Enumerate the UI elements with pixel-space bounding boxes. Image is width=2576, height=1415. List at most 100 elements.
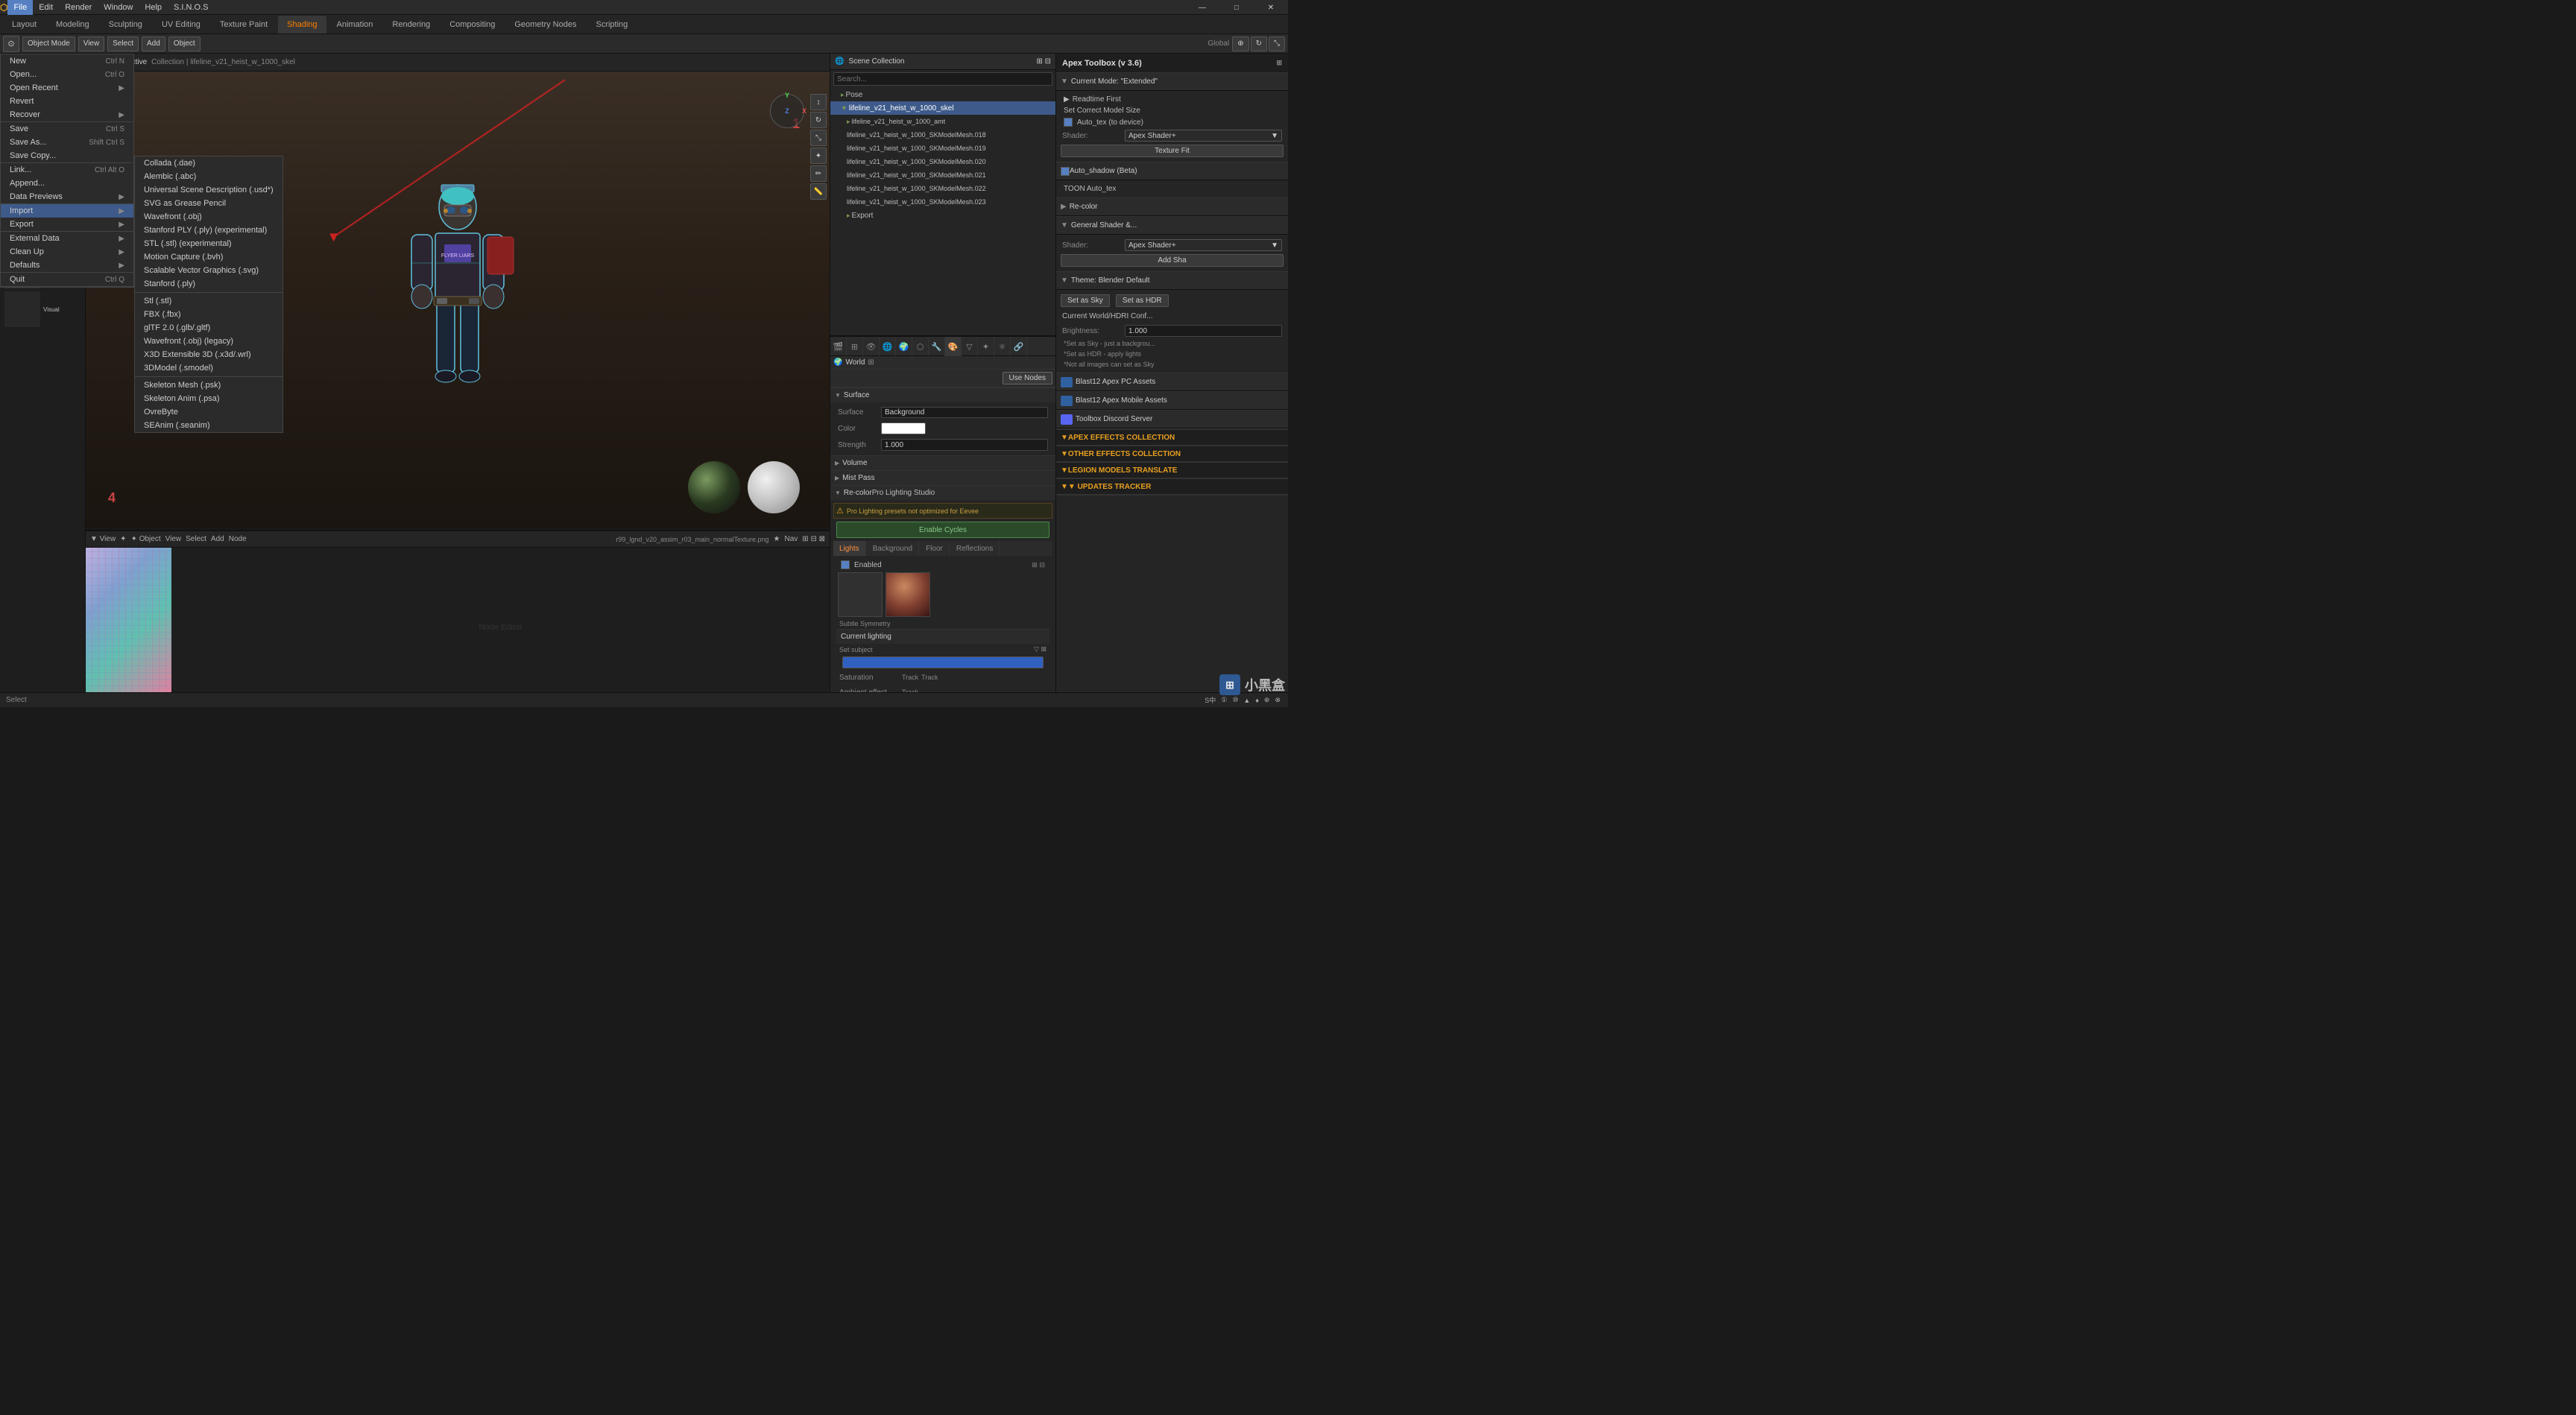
mist-pass-header[interactable]: ▶ Mist Pass (830, 470, 1055, 485)
set-as-sky-btn[interactable]: Set as Sky (1061, 294, 1110, 307)
import-skeleton-mesh[interactable]: Skeleton Mesh (.psk) (135, 379, 282, 392)
tab-sculpting[interactable]: Sculpting (100, 16, 151, 34)
import-x3d[interactable]: X3D Extensible 3D (.x3d/.wrl) (135, 348, 282, 361)
props-tab-world[interactable]: 🌍 (896, 337, 912, 356)
general-shader-header[interactable]: ▼ General Shader &... (1056, 217, 1288, 235)
menu-import[interactable]: Import ▶ (1, 204, 133, 218)
gen-shader-dropdown[interactable]: Apex Shader+ ▼ (1125, 239, 1282, 251)
menu-defaults[interactable]: Defaults ▶ (1, 259, 133, 272)
props-tab-view[interactable]: 👁 (863, 337, 880, 356)
current-mode-header[interactable]: ▼ Current Mode: "Extended" (1056, 73, 1288, 91)
set-model-size-row[interactable]: Set Correct Model Size (1059, 105, 1285, 116)
scene-panel-options[interactable]: ⊞ ⊟ (1036, 57, 1051, 66)
import-stl[interactable]: Stl (.stl) (135, 294, 282, 308)
bottom-select-btn[interactable]: Select (186, 535, 206, 543)
add-sha-btn[interactable]: Add Sha (1061, 254, 1284, 267)
auto-tex-row[interactable]: Auto_tex (to device) (1059, 116, 1285, 128)
import-bvh[interactable]: Motion Capture (.bvh) (135, 250, 282, 264)
other-effects-title[interactable]: ▼ OTHER EFFECTS COLLECTION (1056, 446, 1288, 462)
enable-cycles-btn[interactable]: Enable Cycles (836, 522, 1049, 538)
texture-fit-btn[interactable]: Texture Fit (1061, 145, 1284, 157)
toon-auto-tex-row[interactable]: TOON Auto_tex (1059, 183, 1285, 194)
props-tab-physics[interactable]: ⚛ (994, 337, 1011, 356)
tab-geometry-nodes[interactable]: Geometry Nodes (505, 16, 585, 34)
win-minimize[interactable]: — (1185, 0, 1219, 15)
background-tab[interactable]: Background (867, 541, 919, 556)
scale-btn[interactable]: ⤡ (1269, 37, 1285, 51)
tab-layout[interactable]: Layout (3, 16, 45, 34)
import-stl-exp[interactable]: STL (.stl) (experimental) (135, 237, 282, 250)
readtime-first-row[interactable]: ▶ Readtime First (1059, 94, 1285, 105)
props-tab-output[interactable]: ⊞ (847, 337, 863, 356)
import-wavefront-legacy[interactable]: Wavefront (.obj) (legacy) (135, 335, 282, 348)
import-stanford-ply[interactable]: Stanford PLY (.ply) (experimental) (135, 224, 282, 237)
world-browse-icon[interactable]: ⊞ (868, 358, 874, 367)
menu-save-as[interactable]: Save As... Shift Ctrl S (1, 136, 133, 149)
import-svg-grease[interactable]: SVG as Grease Pencil (135, 197, 282, 210)
node-editor-area[interactable]: Node Editor (171, 548, 830, 707)
color-swatch[interactable] (881, 422, 926, 434)
import-3dmodel[interactable]: 3DModel (.smodel) (135, 361, 282, 375)
bottom-view-btn[interactable]: View (165, 535, 182, 543)
import-fbx[interactable]: FBX (.fbx) (135, 308, 282, 321)
vp-tool-move[interactable]: ↕ (810, 94, 827, 110)
vp-tool-scale[interactable]: ⤡ (810, 130, 827, 146)
light-color-bar[interactable] (842, 656, 1044, 668)
toolbox-discord-header[interactable]: Toolbox Discord Server (1056, 411, 1288, 428)
menu-export[interactable]: Export ▶ (1, 218, 133, 231)
bottom-view-nav[interactable]: Nav (785, 535, 798, 543)
use-nodes-btn[interactable]: Use Nodes (1003, 372, 1052, 384)
scene-lifeline-item[interactable]: ▼ lifeline_v21_heist_w_1000_skel (830, 101, 1055, 115)
menu-file[interactable]: File (7, 0, 33, 15)
vp-tool-transform[interactable]: ✦ (810, 148, 827, 164)
import-seanim[interactable]: SEAnim (.seanim) (135, 419, 282, 432)
viewport-gizmo[interactable]: X Y Z (770, 94, 807, 131)
menu-data-previews[interactable]: Data Previews ▶ (1, 190, 133, 203)
current-lighting-header[interactable]: Current lighting (836, 629, 1049, 644)
legion-models-title[interactable]: ▼ LEGION MODELS TRANSLATE (1056, 462, 1288, 478)
bottom-node-btn[interactable]: Node (229, 535, 247, 543)
import-skeleton-anim[interactable]: Skeleton Anim (.psa) (135, 392, 282, 405)
menu-save[interactable]: Save Ctrl S (1, 122, 133, 136)
menu-save-copy[interactable]: Save Copy... (1, 149, 133, 162)
import-gltf[interactable]: glTF 2.0 (.glb/.gltf) (135, 321, 282, 335)
props-tab-render[interactable]: 🎬 (830, 337, 847, 356)
reflections-tab[interactable]: Reflections (950, 541, 1000, 556)
auto-tex-checkbox[interactable] (1064, 118, 1073, 127)
surface-type-value[interactable]: Background (881, 407, 1048, 418)
vp-tool-annotate[interactable]: ✏ (810, 165, 827, 182)
recolor-header[interactable]: ▶ Re-color (1056, 198, 1288, 216)
import-stanford[interactable]: Stanford (.ply) (135, 277, 282, 291)
menu-edit[interactable]: Edit (33, 0, 59, 15)
tab-compositing[interactable]: Compositing (441, 16, 504, 34)
menu-external-data[interactable]: External Data ▶ (1, 232, 133, 245)
transform-btn[interactable]: ⊕ (1232, 37, 1248, 51)
win-close[interactable]: ✕ (1254, 0, 1288, 15)
tab-animation[interactable]: Animation (328, 16, 382, 34)
scene-mesh022-item[interactable]: lifeline_v21_heist_w_1000_SKModelMesh.02… (830, 182, 1055, 195)
tab-scripting[interactable]: Scripting (587, 16, 637, 34)
select-btn[interactable]: Select (107, 37, 139, 51)
menu-new[interactable]: New Ctrl N (1, 54, 133, 68)
tab-modeling[interactable]: Modeling (47, 16, 98, 34)
menu-clean-up[interactable]: Clean Up ▶ (1, 245, 133, 259)
tab-texture-paint[interactable]: Texture Paint (211, 16, 277, 34)
updates-tracker-title[interactable]: ▼ ▼ UPDATES TRACKER (1056, 478, 1288, 495)
tab-shading[interactable]: Shading (278, 16, 326, 34)
menu-render[interactable]: Render (59, 0, 98, 15)
props-tab-scene[interactable]: 🌐 (880, 337, 896, 356)
pro-lighting-header[interactable]: ▼ Re-color Pro Lighting Studio (830, 485, 1055, 500)
import-svg[interactable]: Scalable Vector Graphics (.svg) (135, 264, 282, 277)
bottom-add-btn[interactable]: Add (211, 535, 224, 543)
menu-open[interactable]: Open... Ctrl O (1, 68, 133, 81)
bottom-star-toggle[interactable]: ★ (774, 535, 780, 543)
import-usd[interactable]: Universal Scene Description (.usd*) (135, 183, 282, 197)
menu-append[interactable]: Append... (1, 177, 133, 190)
volume-section-header[interactable]: ▶ Volume (830, 455, 1055, 470)
menu-quit[interactable]: Quit Ctrl Q (1, 273, 133, 286)
menu-help[interactable]: Help (139, 0, 168, 15)
gizmo-circle[interactable]: X Y Z (770, 94, 804, 128)
menu-revert[interactable]: Revert (1, 95, 133, 108)
scene-pose-item[interactable]: ▸ Pose (830, 88, 1055, 101)
view-btn[interactable]: View (78, 37, 105, 51)
